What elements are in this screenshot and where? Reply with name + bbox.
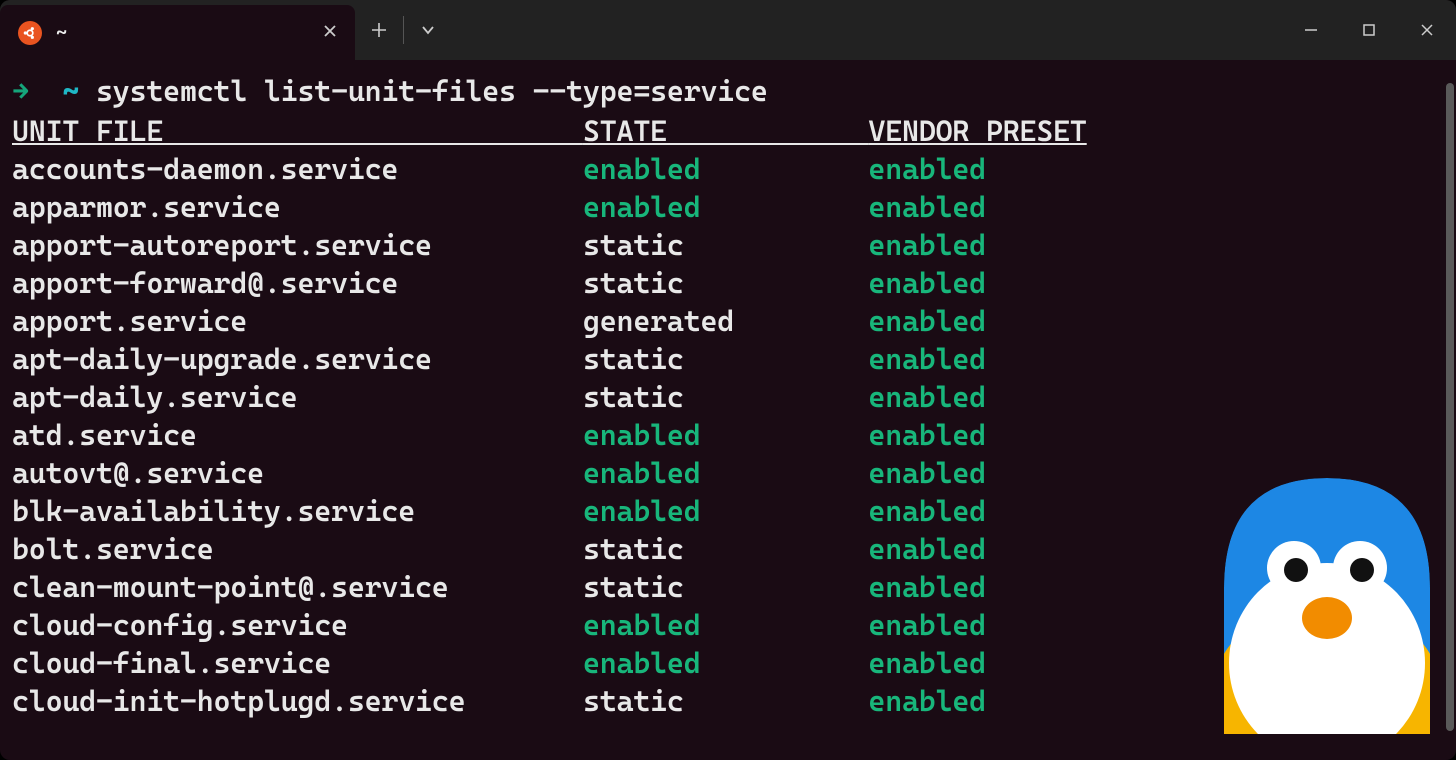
state-value: enabled: [583, 644, 868, 682]
state-value: enabled: [583, 188, 868, 226]
preset-value: enabled: [868, 378, 986, 416]
state-value: enabled: [583, 606, 868, 644]
table-header: UNIT FILE STATE VENDOR PRESET: [12, 110, 1444, 150]
state-value: static: [583, 530, 868, 568]
unit-file: cloud-init-hotplugd.service: [12, 682, 583, 720]
state-value: static: [583, 568, 868, 606]
table-row: apt-daily.service static enabled: [12, 378, 1444, 416]
preset-value: enabled: [868, 682, 986, 720]
new-tab-button[interactable]: [355, 6, 403, 54]
table-row: apport.service generated enabled: [12, 302, 1444, 340]
unit-file: apport-forward@.service: [12, 264, 583, 302]
col-preset: VENDOR PRESET: [868, 110, 1086, 150]
preset-value: enabled: [868, 492, 986, 530]
titlebar: ~: [0, 0, 1456, 60]
preset-value: enabled: [868, 568, 986, 606]
table-row: accounts-daemon.service enabled enabled: [12, 150, 1444, 188]
unit-file: blk-availability.service: [12, 492, 583, 530]
table-row: apport-forward@.service static enabled: [12, 264, 1444, 302]
table-row: cloud-init-hotplugd.service static enabl…: [12, 682, 1444, 720]
unit-file: apt-daily-upgrade.service: [12, 340, 583, 378]
prompt-line: → ~ systemctl list-unit-files --type=ser…: [12, 72, 1444, 110]
table-row: clean-mount-point@.service static enable…: [12, 568, 1444, 606]
command-text: systemctl list-unit-files --type=service: [96, 72, 768, 110]
close-tab-icon[interactable]: [323, 23, 337, 42]
state-value: enabled: [583, 492, 868, 530]
table-row: apt-daily-upgrade.service static enabled: [12, 340, 1444, 378]
preset-value: enabled: [868, 264, 986, 302]
scrollbar-thumb[interactable]: [1446, 83, 1454, 731]
unit-file: cloud-config.service: [12, 606, 583, 644]
maximize-button[interactable]: [1340, 6, 1398, 54]
preset-value: enabled: [868, 302, 986, 340]
preset-value: enabled: [868, 226, 986, 264]
col-state: STATE: [583, 110, 868, 150]
preset-value: enabled: [868, 150, 986, 188]
unit-file: autovt@.service: [12, 454, 583, 492]
table-row: cloud-final.service enabled enabled: [12, 644, 1444, 682]
close-window-button[interactable]: [1398, 6, 1456, 54]
prompt-cwd: ~: [62, 72, 79, 110]
unit-file: cloud-final.service: [12, 644, 583, 682]
terminal-window: ~: [0, 0, 1456, 760]
unit-file: atd.service: [12, 416, 583, 454]
table-row: apparmor.service enabled enabled: [12, 188, 1444, 226]
table-row: atd.service enabled enabled: [12, 416, 1444, 454]
table-row: blk-availability.service enabled enabled: [12, 492, 1444, 530]
preset-value: enabled: [868, 340, 986, 378]
preset-value: enabled: [868, 416, 986, 454]
unit-file: clean-mount-point@.service: [12, 568, 583, 606]
tab-title: ~: [56, 22, 309, 44]
table-row: bolt.service static enabled: [12, 530, 1444, 568]
state-value: static: [583, 226, 868, 264]
preset-value: enabled: [868, 454, 986, 492]
state-value: static: [583, 378, 868, 416]
col-unit: UNIT FILE: [12, 110, 583, 150]
tabbar-controls: [355, 0, 1456, 60]
window-controls: [1282, 6, 1456, 54]
state-value: static: [583, 682, 868, 720]
table-row: apport-autoreport.service static enabled: [12, 226, 1444, 264]
state-value: generated: [583, 302, 868, 340]
terminal-output[interactable]: → ~ systemctl list-unit-files --type=ser…: [12, 72, 1444, 748]
state-value: enabled: [583, 416, 868, 454]
unit-file: apport-autoreport.service: [12, 226, 583, 264]
state-value: enabled: [583, 454, 868, 492]
preset-value: enabled: [868, 530, 986, 568]
table-row: autovt@.service enabled enabled: [12, 454, 1444, 492]
minimize-button[interactable]: [1282, 6, 1340, 54]
unit-file: apport.service: [12, 302, 583, 340]
preset-value: enabled: [868, 188, 986, 226]
preset-value: enabled: [868, 644, 986, 682]
table-row: cloud-config.service enabled enabled: [12, 606, 1444, 644]
unit-file: apparmor.service: [12, 188, 583, 226]
ubuntu-icon: [18, 21, 42, 45]
preset-value: enabled: [868, 606, 986, 644]
tab-active[interactable]: ~: [0, 5, 355, 60]
prompt-arrow: →: [12, 72, 29, 110]
state-value: static: [583, 264, 868, 302]
state-value: enabled: [583, 150, 868, 188]
unit-file: accounts-daemon.service: [12, 150, 583, 188]
state-value: static: [583, 340, 868, 378]
unit-file: apt-daily.service: [12, 378, 583, 416]
unit-file: bolt.service: [12, 530, 583, 568]
tab-dropdown-button[interactable]: [404, 6, 452, 54]
